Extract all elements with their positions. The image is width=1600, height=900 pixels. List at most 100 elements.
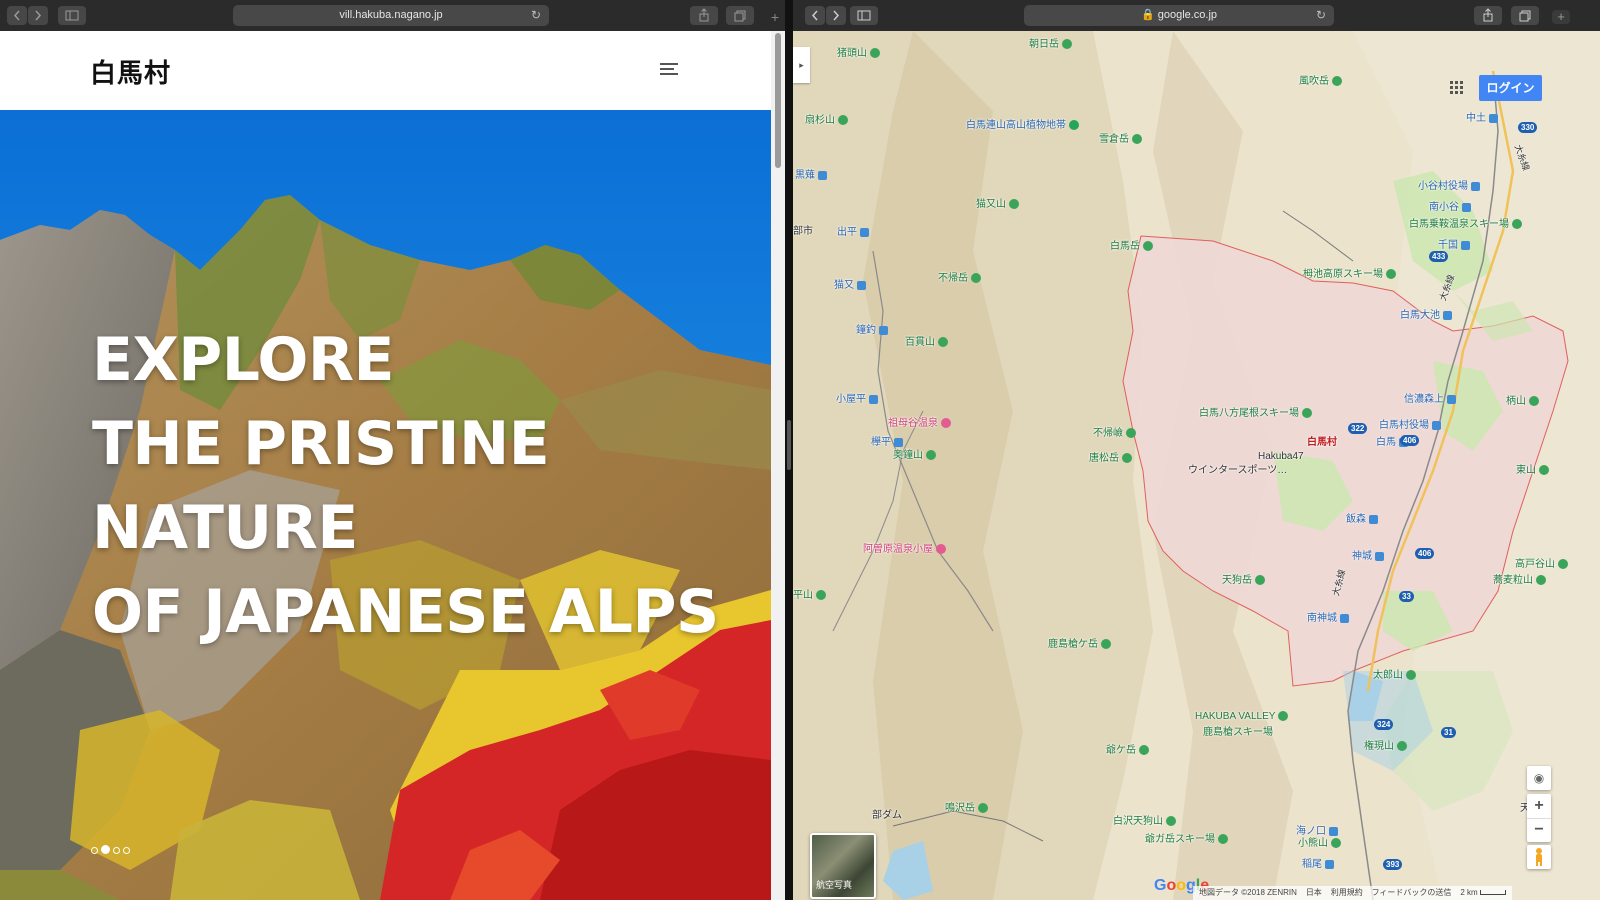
map-label[interactable]: 東山 bbox=[1516, 461, 1549, 476]
reload-icon[interactable]: ↻ bbox=[531, 5, 541, 26]
carousel-dot-4[interactable] bbox=[123, 847, 130, 854]
map-label[interactable]: 平山 bbox=[793, 586, 826, 601]
back-button[interactable] bbox=[7, 6, 27, 25]
map-label[interactable]: 扇杉山 bbox=[805, 111, 848, 126]
map-label[interactable]: 爺ガ岳スキー場 bbox=[1145, 830, 1228, 845]
map-label[interactable]: 鐘釣 bbox=[856, 321, 888, 336]
map-label[interactable]: 出平 bbox=[837, 223, 869, 238]
apps-grid-icon[interactable] bbox=[1450, 81, 1464, 95]
footer-terms[interactable]: 利用規約 bbox=[1331, 888, 1363, 897]
map-label[interactable]: 白馬大池 bbox=[1400, 306, 1452, 321]
map-label[interactable]: 神城 bbox=[1352, 547, 1384, 562]
map-label[interactable]: 白馬連山高山植物地帯 bbox=[966, 116, 1079, 131]
forward-button[interactable] bbox=[28, 6, 48, 25]
map-label[interactable]: 権現山 bbox=[1364, 737, 1407, 752]
map-label[interactable]: 鳴沢岳 bbox=[945, 799, 988, 814]
map-label[interactable]: 爺ケ岳 bbox=[1106, 741, 1149, 756]
map-label[interactable]: 白馬八方尾根スキー場 bbox=[1199, 404, 1312, 419]
map-label[interactable]: ウインタースポーツ… bbox=[1188, 461, 1287, 476]
map-label[interactable]: 朝日岳 bbox=[1029, 35, 1072, 50]
map-label[interactable]: 猫又山 bbox=[976, 195, 1019, 210]
satellite-toggle[interactable]: 航空写真 bbox=[810, 833, 876, 899]
new-tab-button[interactable]: + bbox=[765, 10, 785, 24]
carousel-dot-3[interactable] bbox=[113, 847, 120, 854]
page-scrollbar[interactable] bbox=[771, 31, 785, 900]
map-label-village[interactable]: 白馬村 bbox=[1307, 433, 1337, 448]
map-label[interactable]: 小屋平 bbox=[836, 390, 878, 405]
scale-label[interactable]: 2 km bbox=[1460, 888, 1477, 897]
site-logo[interactable]: 白馬村 bbox=[90, 53, 171, 90]
map-label[interactable]: 阿曽原温泉小屋 bbox=[863, 540, 946, 555]
map-label[interactable]: 鹿島槍ケ岳 bbox=[1048, 635, 1111, 650]
share-button[interactable] bbox=[690, 6, 718, 25]
map-label[interactable]: 高戸谷山 bbox=[1515, 555, 1568, 570]
share-icon bbox=[1483, 8, 1493, 22]
station-icon bbox=[1340, 613, 1349, 623]
map-label[interactable]: 唐松岳 bbox=[1089, 449, 1132, 464]
carousel-dot-1[interactable] bbox=[91, 847, 98, 854]
map-label[interactable]: 猫又 bbox=[834, 276, 866, 291]
tabs-button[interactable] bbox=[1511, 6, 1539, 25]
address-bar[interactable]: vill.hakuba.nagano.jp ↻ bbox=[233, 5, 549, 26]
map-label[interactable]: 不帰嶮 bbox=[1093, 424, 1136, 439]
divider-grip[interactable] bbox=[787, 420, 791, 470]
road-shield: 33 bbox=[1399, 591, 1414, 602]
tabs-icon bbox=[734, 10, 746, 22]
map-label[interactable]: 稲尾 bbox=[1302, 855, 1334, 870]
tabs-button[interactable] bbox=[726, 6, 754, 25]
map-label[interactable]: 小谷村役場 bbox=[1418, 177, 1480, 192]
map-label[interactable]: 南小谷 bbox=[1429, 198, 1471, 213]
map-label[interactable]: 猪頭山 bbox=[837, 44, 880, 59]
map-label[interactable]: 風吹岳 bbox=[1299, 72, 1342, 87]
map-label[interactable]: 中土 bbox=[1466, 109, 1498, 124]
map-label[interactable]: 飯森 bbox=[1346, 510, 1378, 525]
footer-region[interactable]: 日本 bbox=[1306, 888, 1322, 897]
scrollbar-thumb[interactable] bbox=[775, 33, 781, 168]
road-shield: 406 bbox=[1400, 435, 1420, 446]
sidebar-toggle-button[interactable] bbox=[850, 6, 878, 25]
map-label[interactable]: 栂池高原スキー場 bbox=[1303, 265, 1396, 280]
map-label[interactable]: 不帰岳 bbox=[938, 269, 981, 284]
road-shield: 324 bbox=[1374, 719, 1394, 730]
sidebar-toggle-button[interactable] bbox=[58, 6, 86, 25]
onsen-icon bbox=[936, 544, 946, 555]
my-location-button[interactable]: ◉ bbox=[1527, 766, 1551, 790]
google-map[interactable]: ▸ ログイン 猪頭山 朝日岳 風吹岳 扇杉山 白馬連山高山植物地帯 雪倉岳 中土… bbox=[793, 31, 1600, 900]
reload-icon[interactable]: ↻ bbox=[1316, 5, 1326, 26]
zoom-out-button[interactable]: − bbox=[1527, 819, 1551, 842]
map-label[interactable]: 奥鐘山 bbox=[893, 446, 936, 461]
zoom-in-button[interactable]: + bbox=[1527, 794, 1551, 819]
carousel-dot-2[interactable] bbox=[101, 845, 110, 854]
map-label[interactable]: 白馬岳 bbox=[1110, 237, 1153, 252]
map-label[interactable]: 小熊山 bbox=[1298, 834, 1341, 849]
map-label[interactable]: 蕎麦粒山 bbox=[1493, 571, 1546, 586]
map-label[interactable]: 南神城 bbox=[1307, 609, 1349, 624]
map-label[interactable]: 雪倉岳 bbox=[1099, 130, 1142, 145]
map-label[interactable]: 鹿島槍スキー場 bbox=[1203, 723, 1273, 738]
map-label[interactable]: 白馬村役場 bbox=[1379, 416, 1441, 431]
map-label[interactable]: 百貫山 bbox=[905, 333, 948, 348]
share-button[interactable] bbox=[1474, 6, 1502, 25]
new-tab-button[interactable]: + bbox=[1552, 10, 1570, 24]
map-label[interactable]: 白沢天狗山 bbox=[1113, 812, 1176, 827]
map-label[interactable]: 信濃森上 bbox=[1404, 390, 1456, 405]
mountain-icon bbox=[1302, 408, 1312, 419]
hamburger-menu-icon[interactable] bbox=[660, 63, 678, 78]
address-bar[interactable]: 🔒 google.co.jp ↻ bbox=[1024, 5, 1334, 26]
right-browser-window: 🔒 google.co.jp ↻ + ▸ ログイン 猪頭山 朝日岳 風吹岳 扇杉… bbox=[793, 0, 1600, 900]
footer-feedback[interactable]: フィードバックの送信 bbox=[1372, 888, 1452, 897]
login-button[interactable]: ログイン bbox=[1479, 75, 1542, 101]
split-view-divider[interactable] bbox=[785, 0, 793, 900]
map-label[interactable]: HAKUBA VALLEY bbox=[1195, 711, 1289, 722]
map-label[interactable]: 黒薙 bbox=[795, 166, 827, 181]
map-label[interactable]: 祖母谷温泉 bbox=[888, 414, 951, 429]
map-label[interactable]: 千国 bbox=[1438, 236, 1470, 251]
street-view-pegman[interactable] bbox=[1527, 845, 1551, 869]
back-button[interactable] bbox=[805, 6, 825, 25]
map-label[interactable]: 白馬乗鞍温泉スキー場 bbox=[1409, 215, 1522, 230]
map-label[interactable]: 柄山 bbox=[1506, 392, 1539, 407]
map-label[interactable]: 太郎山 bbox=[1373, 666, 1416, 681]
forward-button[interactable] bbox=[826, 6, 846, 25]
map-label[interactable]: 天狗岳 bbox=[1222, 571, 1265, 586]
side-panel-toggle[interactable]: ▸ bbox=[793, 47, 810, 83]
